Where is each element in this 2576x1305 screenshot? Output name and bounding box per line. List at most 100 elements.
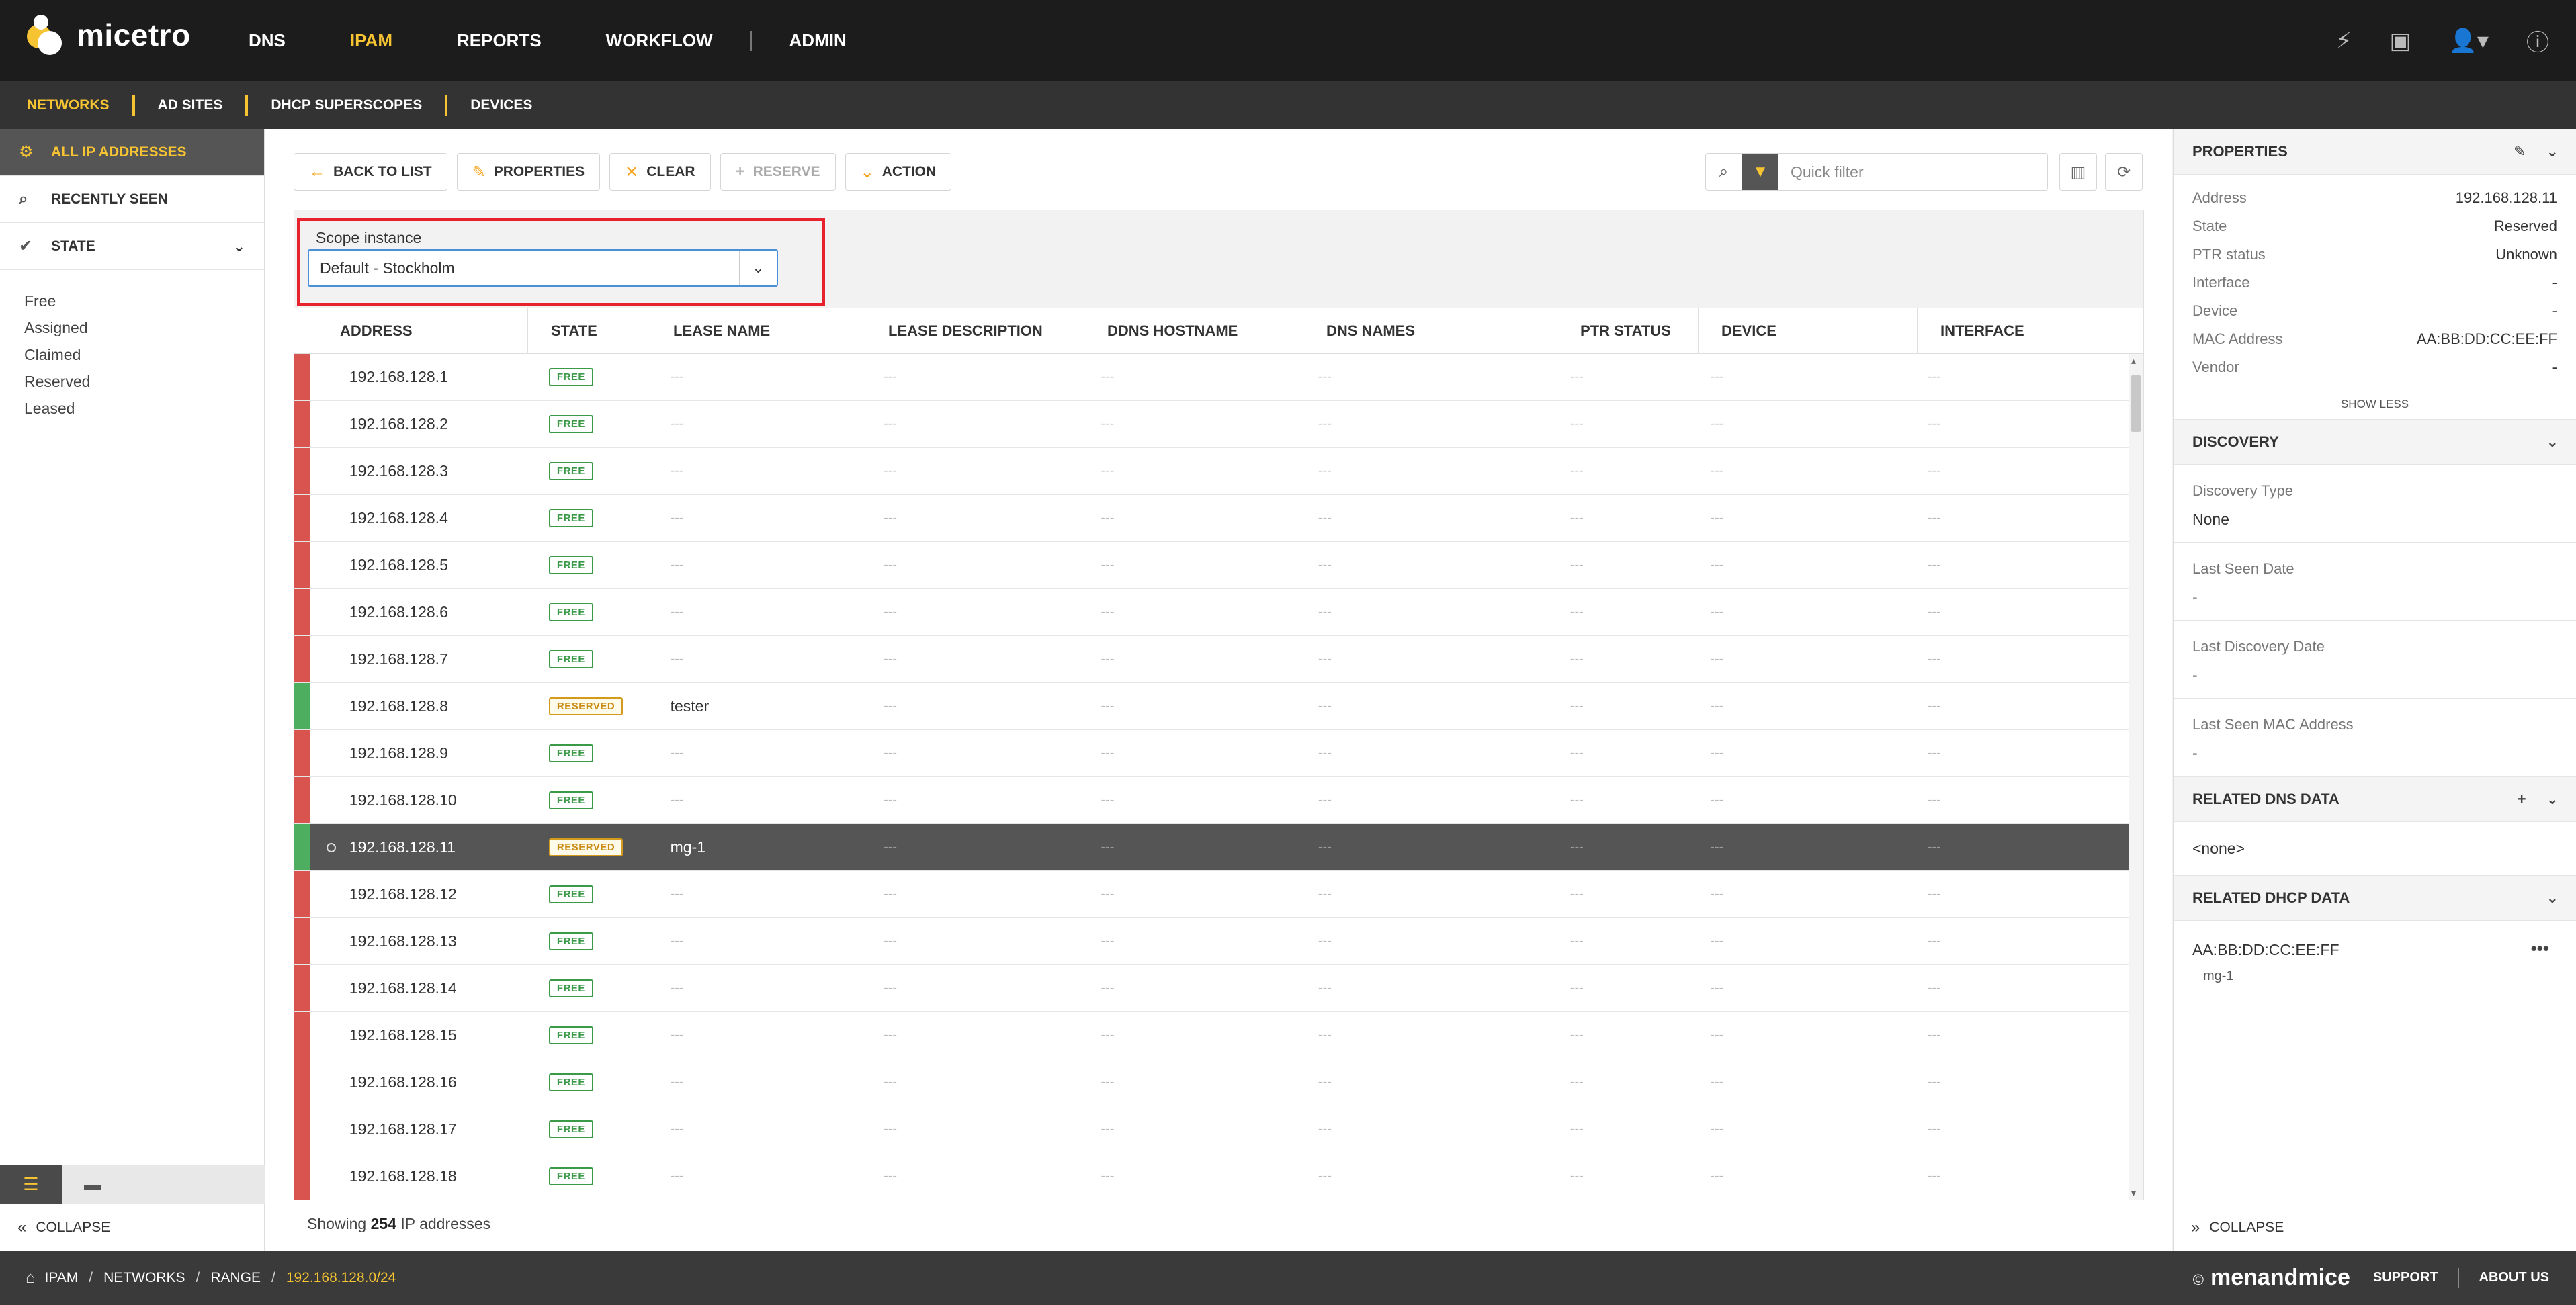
table-row[interactable]: 192.168.128.12 FREE --- --- --- --- --- --- ---	[294, 871, 2129, 918]
row-select-radio[interactable]	[326, 842, 336, 852]
col-ddns-hostname[interactable]: DDNS HOSTNAME	[1084, 308, 1303, 354]
table-row[interactable]: 192.168.128.13 FREE --- --- --- --- --- --- ---	[294, 918, 2129, 965]
table-scrollbar[interactable]: ▴ ▾	[2129, 354, 2143, 1200]
state-option-free[interactable]: Free	[24, 287, 264, 314]
subnav-dhcp-superscopes[interactable]: DHCP SUPERSCOPES	[271, 97, 422, 114]
clear-button[interactable]: ✕ CLEAR	[609, 153, 711, 191]
col-dns-names[interactable]: DNS NAMES	[1303, 308, 1557, 354]
row-select-radio[interactable]	[327, 984, 336, 993]
scroll-up-icon[interactable]: ▴	[2131, 355, 2136, 367]
row-select-radio[interactable]	[327, 796, 336, 805]
related-dns-section-header[interactable]: RELATED DNS DATA + ⌄	[2174, 776, 2576, 822]
show-less-link[interactable]: SHOW LESS	[2174, 381, 2576, 419]
chevron-down-icon[interactable]: ⌄	[2546, 143, 2559, 161]
user-menu-icon[interactable]: 👤▾	[2449, 28, 2489, 54]
row-select-radio[interactable]	[327, 749, 336, 758]
breadcrumb-range[interactable]: RANGE	[210, 1270, 261, 1286]
sidebar-item-recently-seen[interactable]: ⌕ RECENTLY SEEN	[0, 176, 264, 223]
related-dhcp-section-header[interactable]: RELATED DHCP DATA ⌄	[2174, 875, 2576, 921]
nav-ipam[interactable]: IPAM	[350, 30, 392, 51]
table-row[interactable]: 192.168.128.9 FREE --- --- --- --- --- --- ---	[294, 730, 2129, 777]
table-row[interactable]: 192.168.128.17 FREE --- --- --- --- --- --- ---	[294, 1106, 2129, 1153]
related-dhcp-item[interactable]: AA:BB:DD:CC:EE:FF mg-1 •••	[2174, 921, 2576, 1004]
scrollbar-thumb[interactable]	[2131, 375, 2141, 432]
table-row[interactable]: 192.168.128.11 RESERVED mg-1 --- --- --- --- --…	[294, 824, 2129, 871]
task-icon[interactable]: ▣	[2389, 28, 2411, 54]
row-select-radio[interactable]	[327, 655, 336, 664]
row-select-radio[interactable]	[327, 514, 336, 523]
app-logo[interactable]: micetro	[27, 15, 191, 55]
support-link[interactable]: SUPPORT	[2373, 1270, 2438, 1286]
discovery-section-header[interactable]: DISCOVERY ⌄	[2174, 419, 2576, 465]
back-to-list-button[interactable]: ← BACK TO LIST	[294, 153, 447, 191]
subnav-networks[interactable]: NETWORKS	[27, 97, 110, 114]
sidebar-item-all-ip-addresses[interactable]: ⚙ ALL IP ADDRESSES	[0, 129, 264, 176]
nav-admin[interactable]: ADMIN	[789, 30, 847, 51]
quick-filter-input[interactable]	[1778, 154, 2047, 190]
right-collapse-button[interactable]: » COLLAPSE	[2174, 1204, 2576, 1251]
col-device[interactable]: DEVICE	[1699, 308, 1918, 354]
row-select-radio[interactable]	[327, 561, 336, 570]
row-select-radio[interactable]	[327, 937, 336, 946]
subnav-ad-sites[interactable]: AD SITES	[158, 97, 223, 114]
row-select-radio[interactable]	[327, 1172, 336, 1181]
reserve-button[interactable]: + RESERVE	[720, 153, 836, 191]
row-select-radio[interactable]	[327, 890, 336, 899]
properties-button[interactable]: ✎ PROPERTIES	[456, 153, 601, 191]
sidebar-item-state[interactable]: ✔ STATE ⌄	[0, 223, 264, 270]
row-select-radio[interactable]	[327, 702, 336, 711]
help-icon[interactable]: ⓘ	[2526, 24, 2549, 57]
breadcrumb-ipam[interactable]: IPAM	[45, 1270, 79, 1286]
col-address[interactable]: ADDRESS	[294, 308, 528, 354]
row-select-radio[interactable]	[327, 467, 336, 476]
folder-view-icon[interactable]: ▬	[62, 1165, 124, 1204]
search-icon[interactable]: ⌕	[1706, 154, 1742, 190]
table-row[interactable]: 192.168.128.7 FREE --- --- --- --- --- --- ---	[294, 636, 2129, 683]
chevron-down-icon[interactable]: ⌄	[233, 238, 245, 255]
state-option-claimed[interactable]: Claimed	[24, 341, 264, 368]
refresh-icon[interactable]: ⟳	[2105, 153, 2143, 191]
table-row[interactable]: 192.168.128.14 FREE --- --- --- --- --- --- ---	[294, 965, 2129, 1012]
column-chooser-icon[interactable]: ▥	[2059, 153, 2097, 191]
properties-section-header[interactable]: PROPERTIES ✎ ⌄	[2174, 129, 2576, 175]
scope-instance-select[interactable]: Default - Stockholm ⌄	[308, 249, 778, 287]
add-icon[interactable]: +	[2518, 791, 2526, 808]
chevron-down-icon[interactable]: ⌄	[2546, 791, 2559, 808]
col-lease-description[interactable]: LEASE DESCRIPTION	[865, 308, 1084, 354]
edit-pencil-icon[interactable]: ✎	[2514, 143, 2526, 161]
table-row[interactable]: 192.168.128.8 RESERVED tester --- --- --- --- -…	[294, 683, 2129, 730]
action-button[interactable]: ⌄ ACTION	[845, 153, 952, 191]
chevron-down-icon[interactable]: ⌄	[2546, 889, 2559, 907]
col-ptr-status[interactable]: PTR STATUS	[1557, 308, 1699, 354]
table-row[interactable]: 192.168.128.18 FREE --- --- --- --- --- --- ---	[294, 1153, 2129, 1200]
table-row[interactable]: 192.168.128.6 FREE --- --- --- --- --- --- ---	[294, 589, 2129, 636]
about-us-link[interactable]: ABOUT US	[2479, 1270, 2549, 1286]
table-row[interactable]: 192.168.128.5 FREE --- --- --- --- --- --- ---	[294, 542, 2129, 589]
col-state[interactable]: STATE	[528, 308, 650, 354]
home-icon[interactable]: ⌂	[26, 1269, 36, 1288]
table-row[interactable]: 192.168.128.2 FREE --- --- --- --- --- --- ---	[294, 401, 2129, 448]
row-select-radio[interactable]	[327, 1031, 336, 1040]
nav-workflow[interactable]: WORKFLOW	[606, 30, 713, 51]
state-option-reserved[interactable]: Reserved	[24, 368, 264, 395]
row-select-radio[interactable]	[327, 1078, 336, 1087]
table-row[interactable]: 192.168.128.10 FREE --- --- --- --- --- --- ---	[294, 777, 2129, 824]
lightning-icon[interactable]: ⚡	[2336, 28, 2352, 54]
col-interface[interactable]: INTERFACE	[1918, 308, 2143, 354]
subnav-devices[interactable]: DEVICES	[470, 97, 532, 114]
table-row[interactable]: 192.168.128.1 FREE --- --- --- --- --- --- ---	[294, 354, 2129, 401]
filter-icon[interactable]: ▼	[1742, 154, 1778, 190]
list-view-icon[interactable]: ☰	[0, 1165, 62, 1204]
row-select-radio[interactable]	[327, 608, 336, 617]
scroll-down-icon[interactable]: ▾	[2131, 1187, 2136, 1199]
left-collapse-button[interactable]: « COLLAPSE	[0, 1204, 264, 1251]
more-options-icon[interactable]: •••	[2531, 938, 2549, 959]
state-option-assigned[interactable]: Assigned	[24, 314, 264, 341]
chevron-down-icon[interactable]: ⌄	[2546, 433, 2559, 451]
nav-dns[interactable]: DNS	[249, 30, 286, 51]
state-option-leased[interactable]: Leased	[24, 395, 264, 422]
row-select-radio[interactable]	[327, 420, 336, 429]
breadcrumb-networks[interactable]: NETWORKS	[103, 1270, 185, 1286]
row-select-radio[interactable]	[327, 373, 336, 382]
table-row[interactable]: 192.168.128.16 FREE --- --- --- --- --- --- ---	[294, 1059, 2129, 1106]
